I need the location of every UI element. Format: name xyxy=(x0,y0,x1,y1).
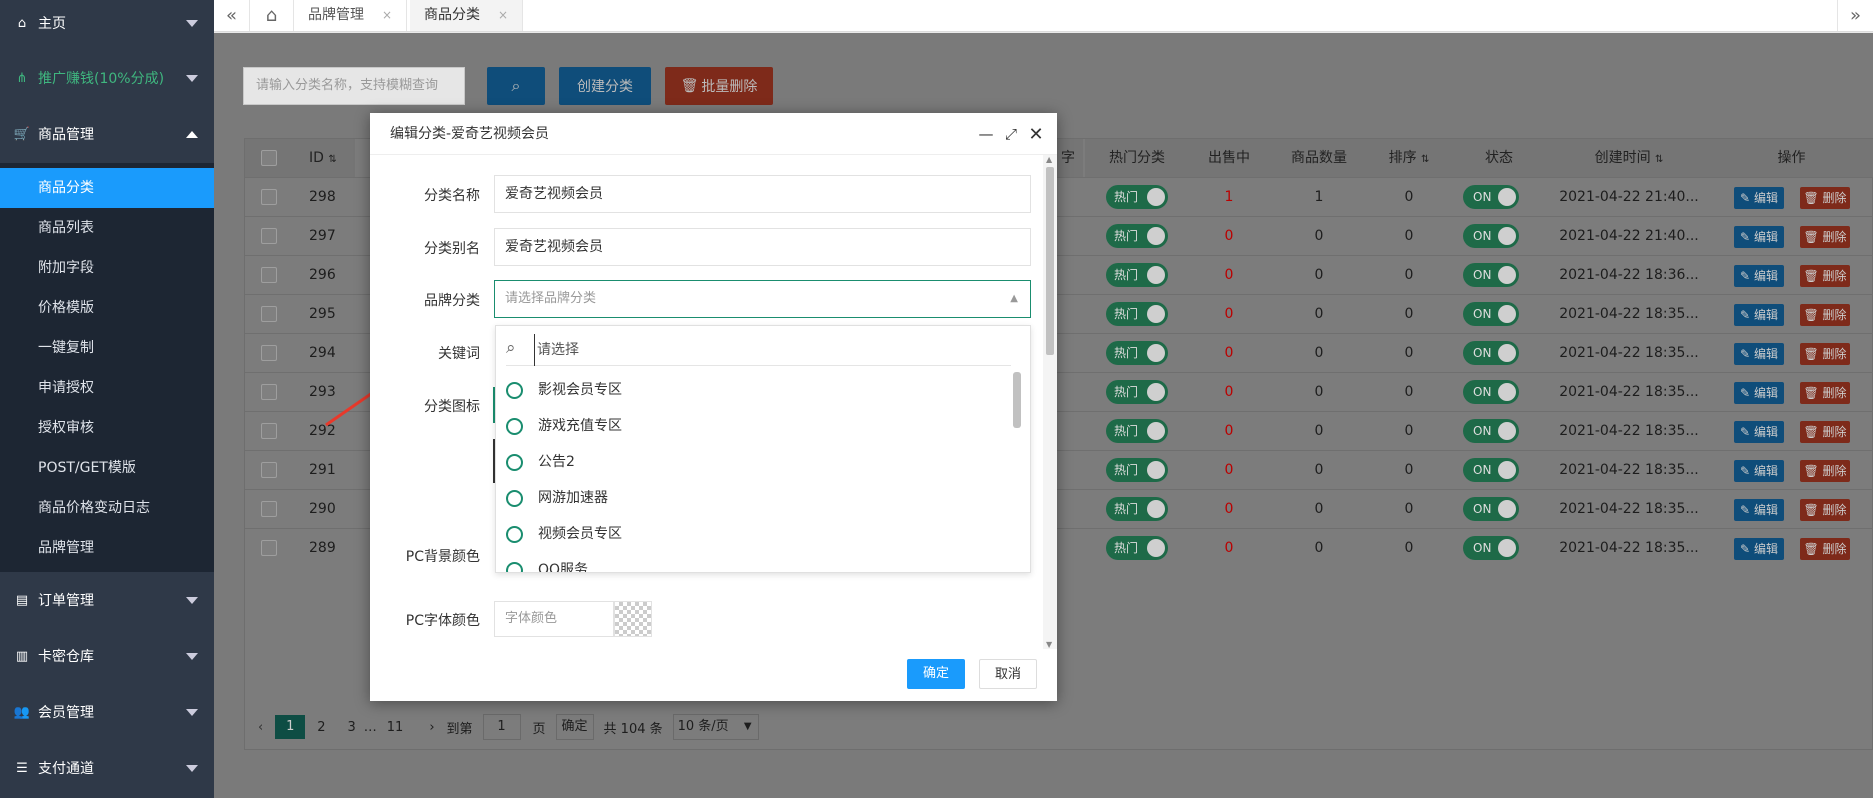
name-input[interactable]: 爱奇艺视频会员 xyxy=(494,175,1031,213)
cancel-button[interactable]: 取消 xyxy=(979,659,1037,689)
minimize-icon[interactable]: — xyxy=(977,125,995,143)
alias-input[interactable]: 爱奇艺视频会员 xyxy=(494,228,1031,266)
dropdown-search[interactable]: ⌕ 请选择 xyxy=(506,334,1011,366)
edit-category-modal: 编辑分类-爱奇艺视频会员 — ⤢ ✕ 分类名称 爱奇艺视频会员 分类别名 爱奇艺… xyxy=(370,113,1057,701)
keyword-label: 关键词 xyxy=(438,346,480,362)
icon-label: 分类图标 xyxy=(424,399,480,415)
brand-select[interactable]: 请选择品牌分类 ▲ xyxy=(494,280,1031,318)
radio-icon xyxy=(506,562,523,572)
brand-label: 品牌分类 xyxy=(424,293,480,309)
caret-up-icon: ▲ xyxy=(1010,293,1018,304)
brand-dropdown: ⌕ 请选择 影视会员专区 游戏充值专区 公告2 网游加速器视频会员专区 QQ服务 xyxy=(495,325,1031,573)
dropdown-search-input[interactable]: 请选择 xyxy=(534,334,579,366)
modal-scroll-thumb[interactable] xyxy=(1046,167,1054,355)
radio-icon xyxy=(506,490,523,507)
radio-icon xyxy=(506,418,523,435)
alias-label: 分类别名 xyxy=(424,241,480,257)
modal-scroll-up[interactable]: ▲ xyxy=(1046,155,1052,164)
brand-option[interactable]: 游戏充值专区 xyxy=(506,411,622,441)
modal-scrollbar[interactable]: ▲ ▼ xyxy=(1043,155,1057,649)
radio-icon xyxy=(506,454,523,471)
search-icon: ⌕ xyxy=(506,338,516,358)
brand-option[interactable]: 网游加速器 xyxy=(506,483,608,513)
close-icon[interactable]: ✕ xyxy=(1027,124,1045,145)
pc-font-label: PC字体颜色 xyxy=(405,613,480,629)
modal-scroll-down[interactable]: ▼ xyxy=(1046,640,1052,649)
brand-option[interactable]: 影视会员专区 xyxy=(506,375,622,405)
dropdown-scrollbar[interactable] xyxy=(1013,372,1021,428)
maximize-icon[interactable]: ⤢ xyxy=(1002,125,1020,143)
radio-icon xyxy=(506,382,523,399)
pc-bg-label: PC背景颜色 xyxy=(405,549,480,565)
pc-font-color-input[interactable]: 字体颜色 xyxy=(494,601,614,637)
confirm-button[interactable]: 确定 xyxy=(907,659,965,689)
brand-option[interactable]: 公告2 xyxy=(506,447,575,477)
modal-header: 编辑分类-爱奇艺视频会员 xyxy=(370,113,1057,155)
radio-icon xyxy=(506,526,523,543)
name-label: 分类名称 xyxy=(424,188,480,204)
brand-option[interactable]: 视频会员专区 xyxy=(506,519,622,549)
modal-title: 编辑分类-爱奇艺视频会员 xyxy=(390,126,550,142)
brand-option[interactable]: QQ服务 xyxy=(506,555,588,572)
color-picker-swatch[interactable] xyxy=(614,601,652,637)
